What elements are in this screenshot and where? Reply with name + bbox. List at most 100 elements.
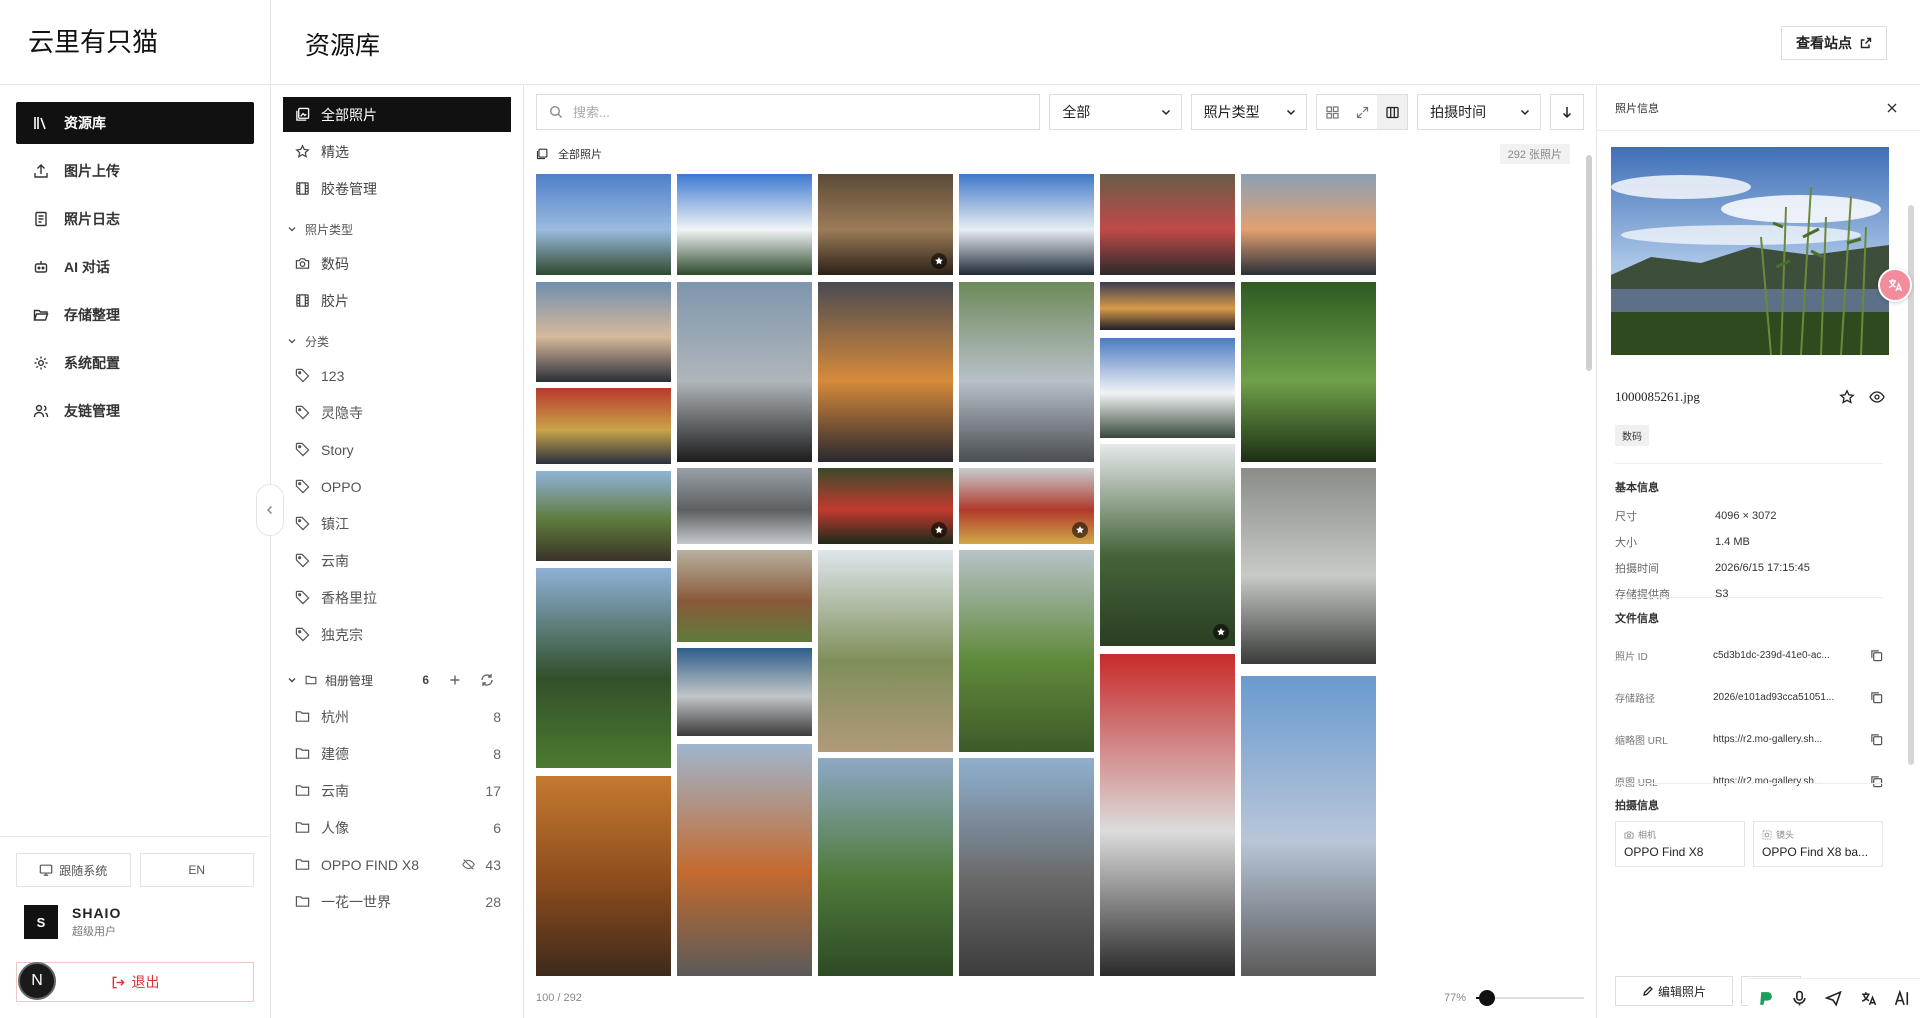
album-item[interactable]: 杭州 8 <box>283 698 511 735</box>
sidebar-item-tag[interactable]: 香格里拉 <box>283 580 511 615</box>
nav-item-settings[interactable]: 系统配置 <box>16 342 254 384</box>
sidebar-collapse-button[interactable] <box>256 484 284 536</box>
sidebar-item-tag[interactable]: 镇江 <box>283 506 511 541</box>
copy-icon[interactable] <box>1870 733 1883 746</box>
filter-type-select[interactable]: 照片类型 <box>1190 94 1308 130</box>
p-app-icon[interactable] <box>1754 988 1776 1010</box>
photo-thumbnail[interactable] <box>536 174 671 275</box>
translate-float-button[interactable] <box>1878 268 1912 302</box>
featured-star-icon <box>931 522 947 538</box>
photo-thumbnail[interactable] <box>677 550 812 642</box>
photo-thumbnail[interactable] <box>677 282 812 462</box>
photo-thumbnail[interactable] <box>818 758 953 976</box>
photo-thumbnail[interactable] <box>536 388 671 464</box>
photo-thumbnail[interactable] <box>536 776 671 976</box>
photo-thumbnail[interactable] <box>677 468 812 544</box>
eye-off-icon <box>462 859 476 870</box>
microphone-icon[interactable] <box>1789 988 1811 1010</box>
photo-thumbnail[interactable] <box>536 471 671 561</box>
photo-thumbnail[interactable] <box>1100 174 1235 275</box>
album-item[interactable]: 一花一世界 28 <box>283 883 511 920</box>
corner-badge[interactable]: N <box>18 962 56 1000</box>
copy-icon[interactable] <box>1870 775 1883 788</box>
slider-knob[interactable] <box>1478 990 1495 1006</box>
photo-thumbnail[interactable] <box>1241 676 1376 976</box>
brand-logo[interactable]: 云里有只猫 <box>0 0 270 85</box>
photo-thumbnail[interactable] <box>677 744 812 976</box>
search-input[interactable] <box>573 104 1040 120</box>
copy-icon[interactable] <box>1870 691 1883 704</box>
photo-thumbnail[interactable] <box>1100 444 1235 646</box>
send-icon[interactable] <box>1823 988 1845 1010</box>
nav-item-friends[interactable]: 友链管理 <box>16 390 254 432</box>
nav-item-storage[interactable]: 存储整理 <box>16 294 254 336</box>
sidebar-item-all-photos[interactable]: 全部照片 <box>283 97 511 132</box>
sidebar-item-digital[interactable]: 数码 <box>283 246 511 281</box>
add-album-button[interactable] <box>447 672 463 688</box>
album-item[interactable]: OPPO FIND X8 43 <box>283 846 511 883</box>
sidebar-item-featured[interactable]: 精选 <box>283 134 511 169</box>
nav-item-library[interactable]: 资源库 <box>16 102 254 144</box>
translate-icon[interactable] <box>1857 988 1879 1010</box>
sidebar-item-film[interactable]: 胶片 <box>283 283 511 318</box>
album-count: 8 <box>493 746 501 762</box>
photo-thumbnail[interactable] <box>818 282 953 462</box>
sidebar-item-tag[interactable]: 云南 <box>283 543 511 578</box>
section-photo-type[interactable]: 照片类型 <box>283 212 511 246</box>
photo-thumbnail[interactable] <box>1100 338 1235 438</box>
photo-thumbnail[interactable] <box>818 174 953 275</box>
sidebar-item-tag[interactable]: Story <box>283 432 511 467</box>
sidebar-item-tag[interactable]: 独克宗 <box>283 617 511 652</box>
photo-thumbnail[interactable] <box>1241 174 1376 275</box>
zoom-slider[interactable] <box>1476 990 1584 1006</box>
photo-preview[interactable] <box>1611 147 1889 355</box>
photo-thumbnail[interactable] <box>536 568 671 768</box>
photo-thumbnail[interactable] <box>677 648 812 736</box>
sort-order-button[interactable] <box>1550 94 1584 130</box>
gallery-scrollbar[interactable] <box>1586 155 1592 371</box>
filter-all-select[interactable]: 全部 <box>1049 94 1182 130</box>
photo-thumbnail[interactable] <box>677 174 812 275</box>
photo-thumbnail[interactable] <box>959 758 1094 976</box>
grid-view-button[interactable] <box>1317 95 1347 129</box>
photo-thumbnail[interactable] <box>536 282 671 382</box>
album-item[interactable]: 建德 8 <box>283 735 511 772</box>
chevron-down-icon[interactable] <box>287 675 297 685</box>
photo-thumbnail[interactable] <box>959 550 1094 752</box>
ai-icon[interactable] <box>1892 988 1914 1010</box>
sort-by-select[interactable]: 拍摄时间 <box>1417 94 1542 130</box>
album-item[interactable]: 云南 17 <box>283 772 511 809</box>
album-item[interactable]: 人像 6 <box>283 809 511 846</box>
photo-thumbnail[interactable] <box>1241 468 1376 664</box>
language-toggle-button[interactable]: EN <box>139 853 254 887</box>
nav-item-upload[interactable]: 图片上传 <box>16 150 254 192</box>
refresh-albums-button[interactable] <box>479 672 495 688</box>
photo-thumbnail[interactable] <box>818 468 953 544</box>
photo-thumbnail[interactable] <box>818 550 953 752</box>
nav-item-journal[interactable]: 照片日志 <box>16 198 254 240</box>
photo-thumbnail[interactable] <box>959 282 1094 462</box>
photo-thumbnail[interactable] <box>1241 282 1376 462</box>
sidebar-item-tag[interactable]: OPPO <box>283 469 511 504</box>
masonry-view-button[interactable] <box>1377 95 1408 129</box>
theme-toggle-button[interactable]: 跟随系统 <box>16 853 131 887</box>
photo-thumbnail[interactable] <box>1100 282 1235 330</box>
eye-icon[interactable] <box>1869 389 1885 405</box>
copy-icon[interactable] <box>1870 649 1883 662</box>
fullscreen-view-button[interactable] <box>1347 95 1377 129</box>
star-icon[interactable] <box>1839 389 1855 405</box>
close-icon[interactable] <box>1886 102 1898 114</box>
photo-thumbnail[interactable] <box>1100 654 1235 976</box>
photo-thumbnail[interactable] <box>959 174 1094 275</box>
lens-value: OPPO Find X8 ba... <box>1762 845 1869 859</box>
sidebar-item-film-rolls[interactable]: 胶卷管理 <box>283 171 511 206</box>
sidebar-item-tag[interactable]: 灵隐寺 <box>283 395 511 430</box>
photo-thumbnail[interactable] <box>959 468 1094 544</box>
section-label: 分类 <box>305 334 330 349</box>
nav-item-ai-chat[interactable]: AI 对话 <box>16 246 254 288</box>
view-site-button[interactable]: 查看站点 <box>1781 26 1887 60</box>
section-category[interactable]: 分类 <box>283 324 511 358</box>
expand-icon <box>1356 106 1368 118</box>
sidebar-item-tag[interactable]: 123 <box>283 358 511 393</box>
edit-photo-button[interactable]: 编辑照片 <box>1615 976 1733 1006</box>
